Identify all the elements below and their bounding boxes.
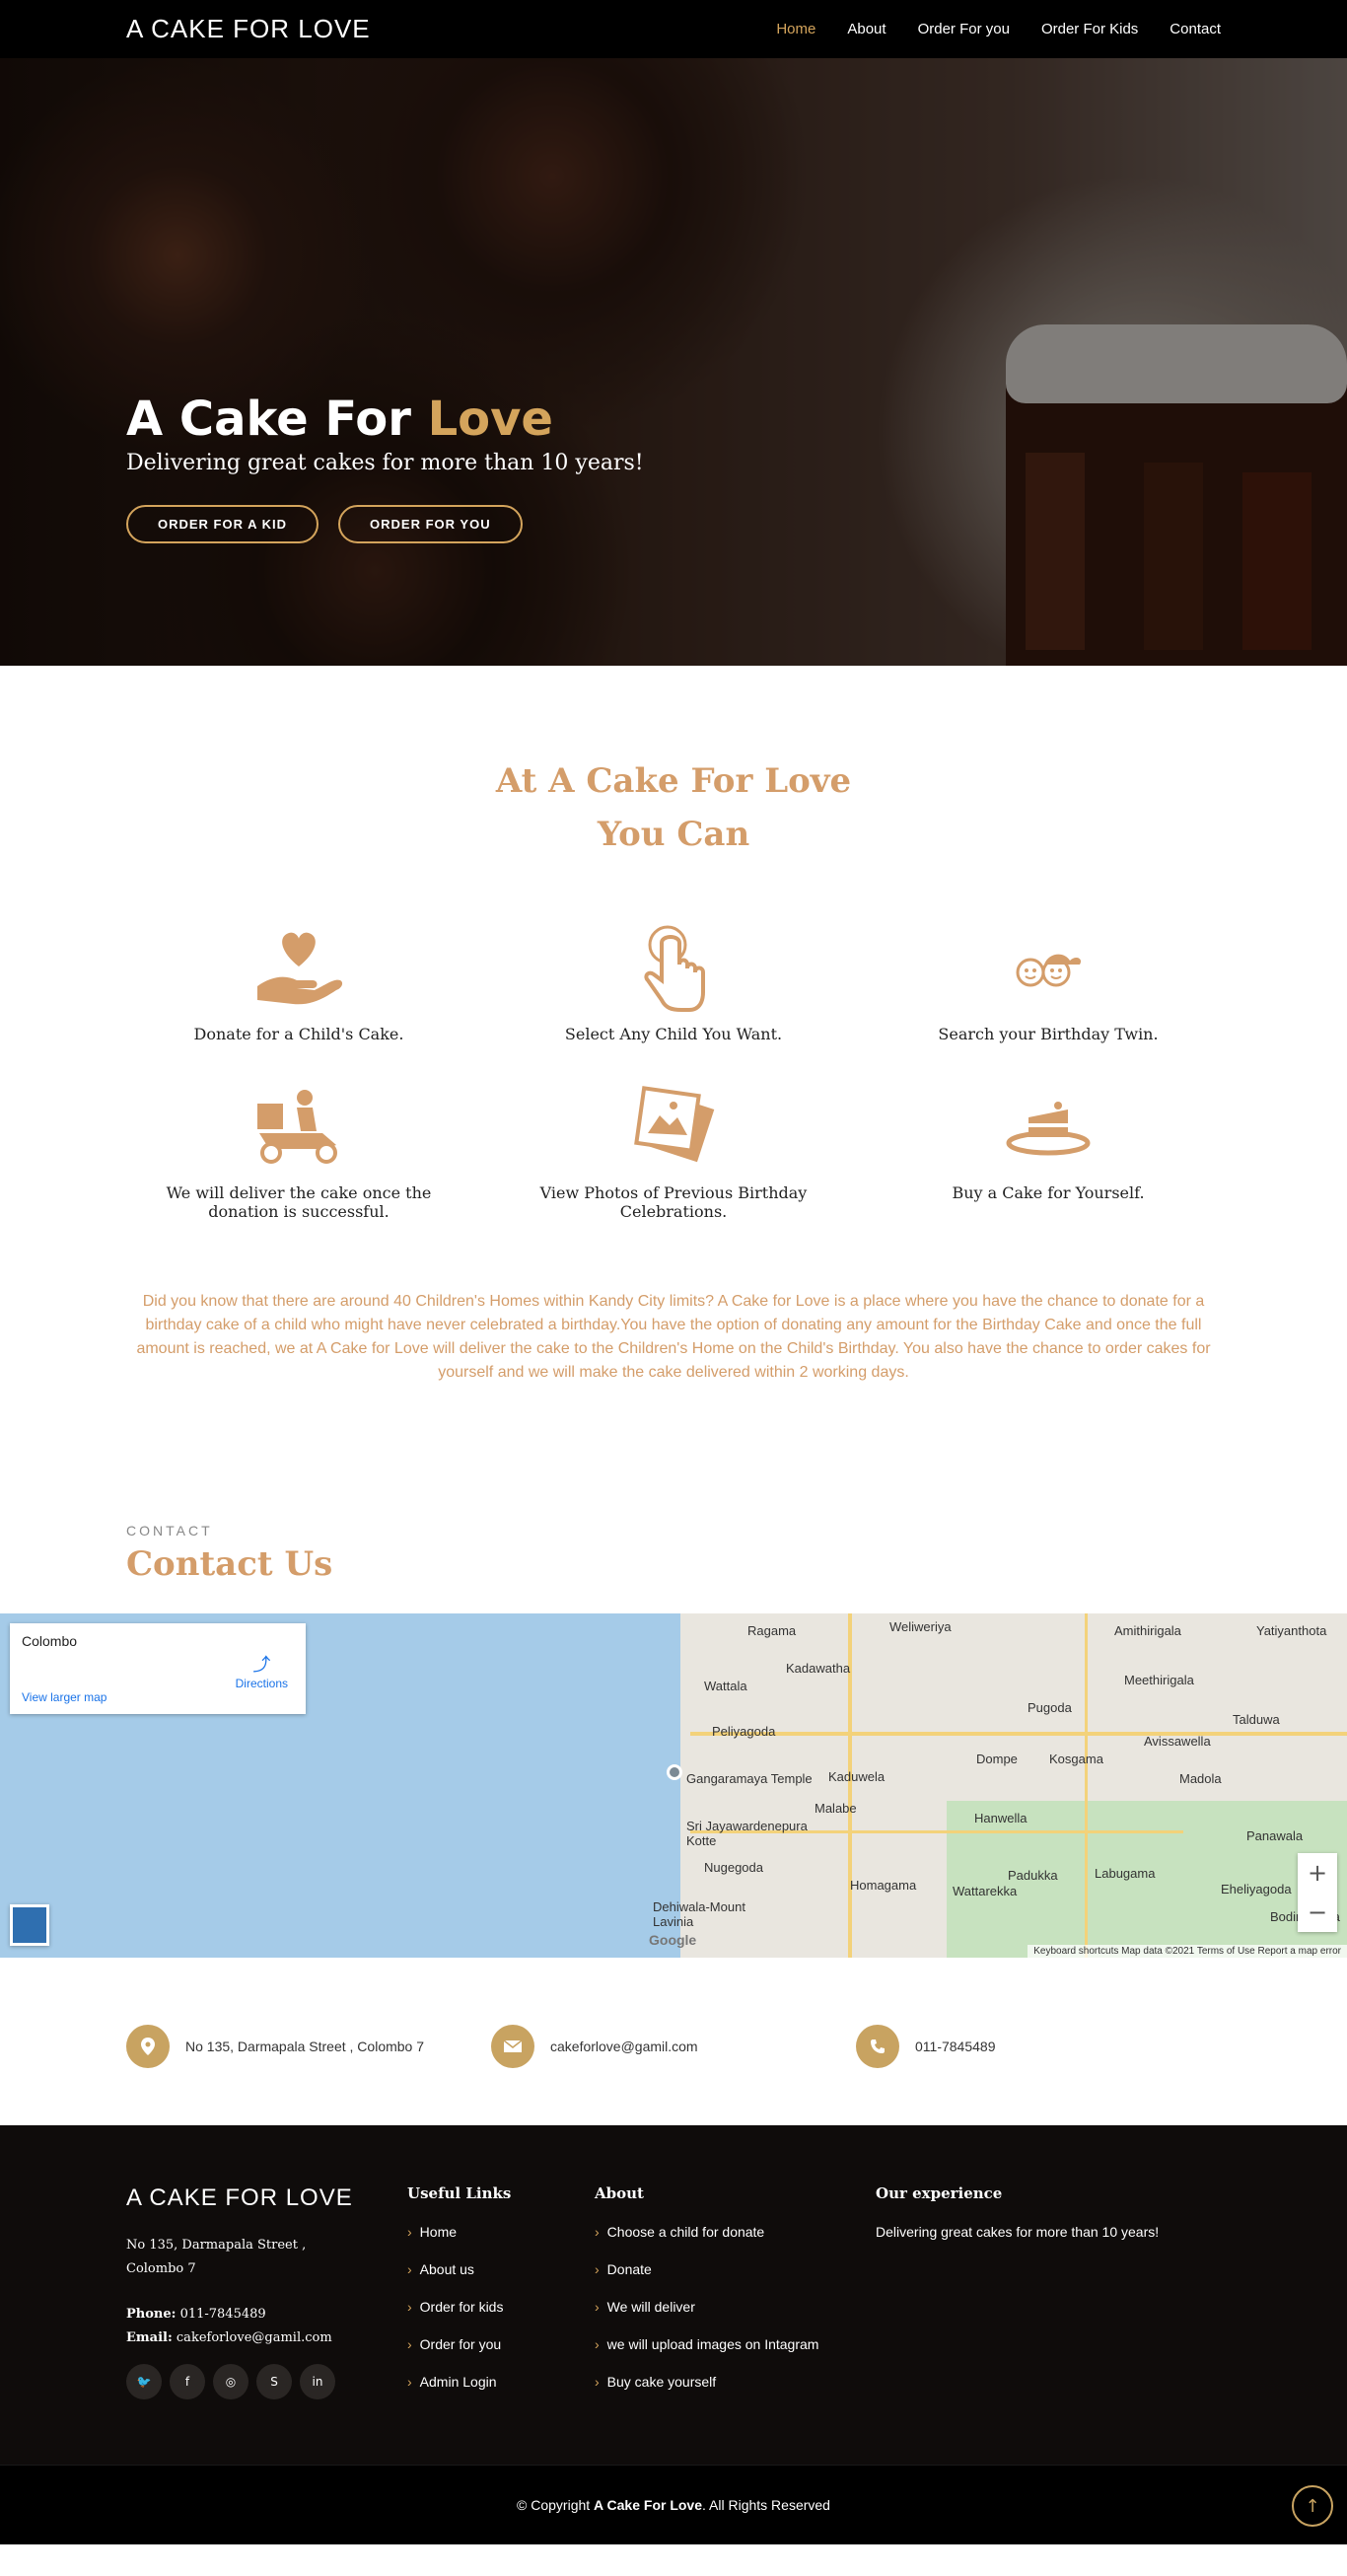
cake-slice-icon (994, 1083, 1102, 1172)
nav-home[interactable]: Home (776, 21, 815, 37)
phone-text[interactable]: 011-7845489 (915, 2039, 995, 2054)
chevron-right-icon: › (595, 2261, 600, 2277)
map-pin-icon[interactable] (667, 1764, 682, 1780)
zoom-out-button[interactable]: − (1308, 1898, 1327, 1926)
directions-icon: ⤴ (252, 1655, 271, 1675)
footer-link-about[interactable]: › About us (407, 2261, 595, 2277)
contact-kicker: CONTACT (126, 1523, 213, 1538)
footer-link-order-you[interactable]: › Order for you (407, 2336, 595, 2352)
email-item: cakeforlove@gamil.com (491, 2025, 856, 2068)
service-select-child: Select Any Child You Want. (486, 924, 861, 1043)
footer-about-link[interactable]: › Choose a child for donate (595, 2224, 876, 2240)
chevron-right-icon: › (407, 2224, 412, 2240)
service-photos: View Photos of Previous Birthday Celebra… (486, 1083, 861, 1221)
footer-contact: Phone: 011-7845489 Email: cakeforlove@ga… (126, 2307, 332, 2345)
contact-section: CONTACT Contact Us (0, 1385, 1347, 1584)
hero-content: A Cake For Love Delivering great cakes f… (126, 392, 644, 543)
directions-link[interactable]: ⤴ Directions (236, 1651, 288, 1690)
contact-title: Contact Us (126, 1544, 333, 1584)
map-attribution[interactable]: Keyboard shortcuts Map data ©2021 Terms … (1028, 1945, 1347, 1958)
service-delivery: We will deliver the cake once the donati… (111, 1083, 486, 1221)
top-navbar: A CAKE FOR LOVE Home About Order For you… (0, 0, 1347, 58)
arrow-up-icon: ↑ (1305, 2495, 1320, 2517)
pointing-hand-icon (619, 924, 728, 1013)
hero-title: A Cake For Love (126, 392, 553, 447)
footer-experience-col: Our experience Delivering great cakes fo… (876, 2184, 1159, 2465)
delivery-scooter-icon (245, 1083, 353, 1172)
chevron-right-icon: › (407, 2261, 412, 2277)
address-item: No 135, Darmapala Street , Colombo 7 (126, 2025, 491, 2068)
nav-contact[interactable]: Contact (1170, 21, 1221, 37)
services-heading: At A Cake For Love You Can (495, 761, 852, 854)
footer-about-link[interactable]: › We will deliver (595, 2299, 876, 2315)
street-view-pegman-icon[interactable] (10, 1904, 49, 1946)
skype-icon[interactable]: S (256, 2364, 292, 2399)
footer-link-admin[interactable]: › Admin Login (407, 2374, 595, 2390)
contact-info-row: No 135, Darmapala Street , Colombo 7 cak… (0, 1958, 1347, 2125)
phone-item: 011-7845489 (856, 2025, 1221, 2068)
twins-icon (994, 924, 1102, 1013)
experience-title: Our experience (876, 2184, 1003, 2202)
location-pin-icon (126, 2025, 170, 2068)
chevron-right-icon: › (595, 2299, 600, 2315)
footer-logo: A CAKE FOR LOVE (126, 2184, 353, 2211)
experience-text: Delivering great cakes for more than 10 … (876, 2224, 1160, 2240)
hero-section: A Cake For Love Delivering great cakes f… (0, 58, 1347, 666)
nav-order-for-you[interactable]: Order For you (918, 21, 1010, 37)
main-nav: Home About Order For you Order For Kids … (744, 21, 1221, 37)
footer-about-link[interactable]: › we will upload images on Intagram (595, 2336, 876, 2352)
photos-icon (619, 1083, 728, 1172)
envelope-icon (491, 2025, 534, 2068)
useful-links-title: Useful Links (407, 2184, 512, 2202)
chevron-right-icon: › (595, 2224, 600, 2240)
footer-useful-links-col: Useful Links › Home › About us › Order for … (407, 2184, 595, 2465)
google-map[interactable]: Colombo ⤴ Directions View larger map Raga… (0, 1613, 1347, 1958)
service-buy-cake: Buy a Cake for Yourself. (861, 1083, 1236, 1221)
linkedin-icon[interactable]: in (300, 2364, 335, 2399)
chevron-right-icon: › (595, 2336, 600, 2352)
twitter-icon[interactable]: 🐦 (126, 2364, 162, 2399)
footer-link-order-kids[interactable]: › Order for kids (407, 2299, 595, 2315)
social-links: 🐦 f ◎ S in (126, 2364, 407, 2399)
order-for-you-button[interactable]: ORDER FOR YOU (338, 505, 523, 543)
map-zoom-control: + − (1298, 1853, 1337, 1932)
about-paragraph: Did you know that there are around 40 Ch… (136, 1293, 1211, 1381)
facebook-icon[interactable]: f (170, 2364, 205, 2399)
chevron-right-icon: › (407, 2374, 412, 2390)
nav-order-for-kids[interactable]: Order For Kids (1041, 21, 1138, 37)
footer-address: No 135, Darmapala Street , Colombo 7 (126, 2238, 307, 2276)
chevron-right-icon: › (595, 2374, 600, 2390)
email-text[interactable]: cakeforlove@gamil.com (550, 2039, 698, 2054)
copyright-bar: © Copyright A Cake For Love. All Rights … (0, 2465, 1347, 2544)
footer-brand-col: A CAKE FOR LOVE No 135, Darmapala Street… (126, 2184, 407, 2465)
address-text: No 135, Darmapala Street , Colombo 7 (185, 2039, 425, 2054)
footer-about-link[interactable]: › Donate (595, 2261, 876, 2277)
back-to-top-button[interactable]: ↑ (1292, 2485, 1333, 2527)
footer-about-col: About › Choose a child for donate › Donate… (595, 2184, 876, 2465)
site-logo[interactable]: A CAKE FOR LOVE (126, 14, 371, 44)
chevron-right-icon: › (407, 2299, 412, 2315)
nav-about[interactable]: About (847, 21, 886, 37)
copyright-text: © Copyright A Cake For Love. All Rights … (517, 2497, 830, 2513)
hero-title-accent: Love (427, 392, 553, 447)
instagram-icon[interactable]: ◎ (213, 2364, 248, 2399)
footer-about-link[interactable]: › Buy cake yourself (595, 2374, 876, 2390)
chevron-right-icon: › (407, 2336, 412, 2352)
map-place-title: Colombo (22, 1633, 78, 1649)
zoom-in-button[interactable]: + (1308, 1859, 1327, 1887)
google-logo: Google (649, 1932, 697, 1948)
services-section: At A Cake For Love You Can Donate for a C… (0, 666, 1347, 1385)
service-birthday-twin: Search your Birthday Twin. (861, 924, 1236, 1043)
about-title: About (595, 2184, 644, 2202)
view-larger-map-link[interactable]: View larger map (22, 1690, 106, 1704)
footer-link-home[interactable]: › Home (407, 2224, 595, 2240)
order-for-kid-button[interactable]: ORDER FOR A KID (126, 505, 319, 543)
site-footer: A CAKE FOR LOVE No 135, Darmapala Street… (0, 2125, 1347, 2465)
map-info-card: Colombo ⤴ Directions View larger map (10, 1623, 306, 1714)
hero-subtitle: Delivering great cakes for more than 10 … (126, 451, 644, 475)
service-donate: Donate for a Child's Cake. (111, 924, 486, 1043)
phone-icon (856, 2025, 899, 2068)
heart-hand-icon (245, 924, 353, 1013)
